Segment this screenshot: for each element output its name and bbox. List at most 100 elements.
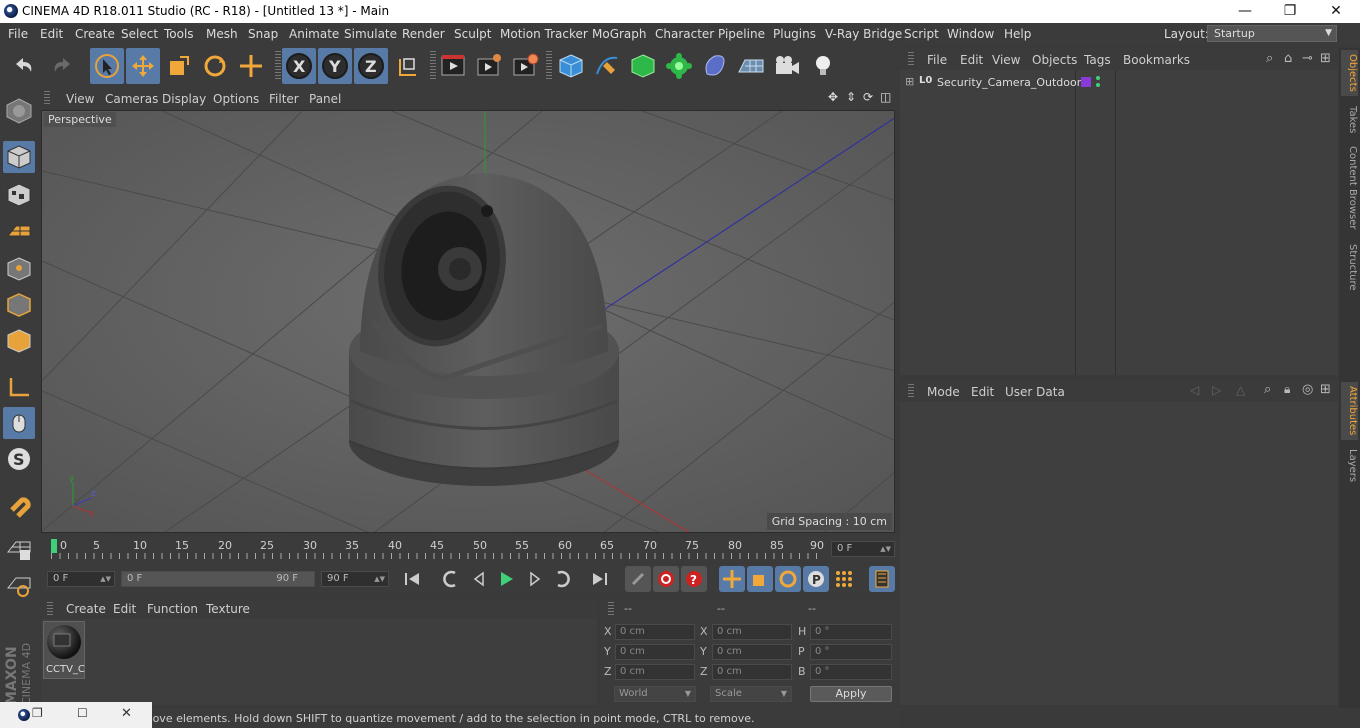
- texture-mode-button[interactable]: [3, 179, 35, 211]
- perspective-viewport[interactable]: y z x Perspective Grid Spacing : 10 cm: [41, 110, 895, 533]
- viewport-rotate-icon[interactable]: ⟳: [863, 90, 873, 104]
- key-point-level-button[interactable]: [831, 566, 857, 592]
- deformer-button[interactable]: [698, 48, 732, 84]
- rot-b-field[interactable]: 0 °: [810, 664, 892, 680]
- layout-dropdown[interactable]: Startup ▼: [1207, 25, 1337, 42]
- material-swatch[interactable]: CCTV_C: [43, 621, 85, 679]
- next-frame-button[interactable]: [522, 566, 548, 592]
- menu-simulate[interactable]: Simulate: [344, 27, 397, 41]
- viewport-zoom-icon[interactable]: ⇕: [846, 90, 856, 104]
- go-to-end-button[interactable]: [587, 566, 613, 592]
- start-frame-field[interactable]: 0 F ▲▼: [47, 571, 115, 587]
- tab-content-browser[interactable]: Content Browser: [1341, 144, 1358, 232]
- object-menu-file[interactable]: File: [927, 53, 947, 67]
- attribute-menu-edit[interactable]: Edit: [971, 385, 994, 399]
- search-icon[interactable]: ⌕: [1264, 382, 1271, 397]
- render-settings-button[interactable]: [508, 48, 542, 84]
- y-axis-button[interactable]: Y: [318, 48, 352, 84]
- end-frame-field[interactable]: 90 F ▲▼: [321, 571, 389, 587]
- tweak-mode-button[interactable]: [3, 407, 35, 439]
- menu-mesh[interactable]: Mesh: [206, 27, 238, 41]
- frame-range-slider[interactable]: 0 F 90 F: [121, 571, 315, 587]
- menu-snap[interactable]: Snap: [248, 27, 278, 41]
- target-icon[interactable]: ◎: [1302, 382, 1313, 397]
- timeline-playhead[interactable]: [51, 539, 57, 553]
- magnet-icon[interactable]: [3, 489, 35, 521]
- size-z-field[interactable]: 0 cm: [712, 664, 792, 680]
- maximize-icon[interactable]: ☐: [77, 706, 88, 720]
- material-menu-edit[interactable]: Edit: [113, 602, 136, 616]
- viewport-menu-cameras[interactable]: Cameras: [105, 92, 158, 106]
- menu-plugins[interactable]: Plugins: [773, 27, 816, 41]
- menu-tools[interactable]: Tools: [164, 27, 194, 41]
- menu-edit[interactable]: Edit: [40, 27, 63, 41]
- floor-button[interactable]: [734, 48, 768, 84]
- axis-mode-button[interactable]: [3, 371, 35, 403]
- points-mode-button[interactable]: [3, 253, 35, 285]
- viewport-pan-icon[interactable]: ✥: [828, 90, 838, 104]
- editor-visibility-dot[interactable]: [1096, 76, 1100, 80]
- object-menu-bookmarks[interactable]: Bookmarks: [1123, 53, 1190, 67]
- new-panel-icon[interactable]: ⊞: [1320, 51, 1331, 66]
- coordinate-system-button[interactable]: [390, 48, 424, 84]
- home-icon[interactable]: ⌂: [1284, 51, 1292, 66]
- spinner-icon[interactable]: ▲▼: [100, 572, 111, 586]
- menu-sculpt[interactable]: Sculpt: [454, 27, 491, 41]
- pos-x-field[interactable]: 0 cm: [615, 624, 695, 640]
- layer-color-swatch[interactable]: [1081, 77, 1091, 87]
- viewport-menu-filter[interactable]: Filter: [269, 92, 299, 106]
- make-editable-button[interactable]: [3, 95, 35, 127]
- attribute-menu-mode[interactable]: Mode: [927, 385, 960, 399]
- menu-mograph[interactable]: MoGraph: [592, 27, 647, 41]
- play-button[interactable]: [493, 566, 519, 592]
- material-menu-create[interactable]: Create: [66, 602, 106, 616]
- subdivision-surface-button[interactable]: [626, 48, 660, 84]
- menu-window[interactable]: Window: [947, 27, 994, 41]
- restore-icon[interactable]: ❐: [32, 706, 43, 720]
- model-mode-button[interactable]: [3, 141, 35, 173]
- menu-animate[interactable]: Animate: [289, 27, 339, 41]
- menu-file[interactable]: File: [8, 27, 28, 41]
- cube-primitive-button[interactable]: [554, 48, 588, 84]
- move-tool-button[interactable]: [126, 48, 160, 84]
- size-y-field[interactable]: 0 cm: [712, 644, 792, 660]
- back-arrow-icon[interactable]: ◁: [1190, 383, 1199, 397]
- object-menu-view[interactable]: View: [992, 53, 1020, 67]
- menu-character[interactable]: Character: [655, 27, 714, 41]
- light-button[interactable]: [806, 48, 840, 84]
- tab-layers[interactable]: Layers: [1341, 446, 1358, 486]
- redo-button[interactable]: [44, 48, 78, 84]
- object-row[interactable]: ⊞ L0 Security_Camera_Outdoor: [900, 72, 1338, 92]
- viewport-menu-panel[interactable]: Panel: [309, 92, 341, 106]
- menu-select[interactable]: Select: [121, 27, 158, 41]
- viewport-menu-view[interactable]: View: [66, 92, 94, 106]
- new-panel-icon[interactable]: ⊞: [1320, 382, 1331, 397]
- object-menu-objects[interactable]: Objects: [1032, 53, 1077, 67]
- x-axis-button[interactable]: X: [282, 48, 316, 84]
- next-key-button[interactable]: [550, 566, 576, 592]
- cloner-button[interactable]: [662, 48, 696, 84]
- pen-spline-button[interactable]: [590, 48, 624, 84]
- search-icon[interactable]: ⌕: [1266, 51, 1273, 66]
- spinner-icon[interactable]: ▲▼: [880, 542, 891, 556]
- previous-key-button[interactable]: [437, 566, 463, 592]
- tab-objects[interactable]: Objects: [1341, 50, 1358, 96]
- lock-icon[interactable]: 🔒︎: [1284, 382, 1290, 397]
- key-parameter-button[interactable]: P: [803, 566, 829, 592]
- transform-tool-button[interactable]: [234, 48, 268, 84]
- rot-p-field[interactable]: 0 °: [810, 644, 892, 660]
- live-selection-button[interactable]: [90, 48, 124, 84]
- scale-tool-button[interactable]: [162, 48, 196, 84]
- object-menu-tags[interactable]: Tags: [1084, 53, 1111, 67]
- size-x-field[interactable]: 0 cm: [712, 624, 792, 640]
- workplane-lock-button[interactable]: [3, 533, 35, 565]
- autokeying-button[interactable]: [653, 566, 679, 592]
- object-menu-edit[interactable]: Edit: [960, 53, 983, 67]
- snapping-button[interactable]: S: [3, 443, 35, 475]
- up-arrow-icon[interactable]: △: [1236, 383, 1245, 397]
- menu-create[interactable]: Create: [75, 27, 115, 41]
- close-icon[interactable]: ✕: [121, 706, 132, 721]
- key-rotation-button[interactable]: [775, 566, 801, 592]
- spinner-icon[interactable]: ▲▼: [374, 572, 385, 586]
- close-button[interactable]: ✕: [1313, 0, 1359, 23]
